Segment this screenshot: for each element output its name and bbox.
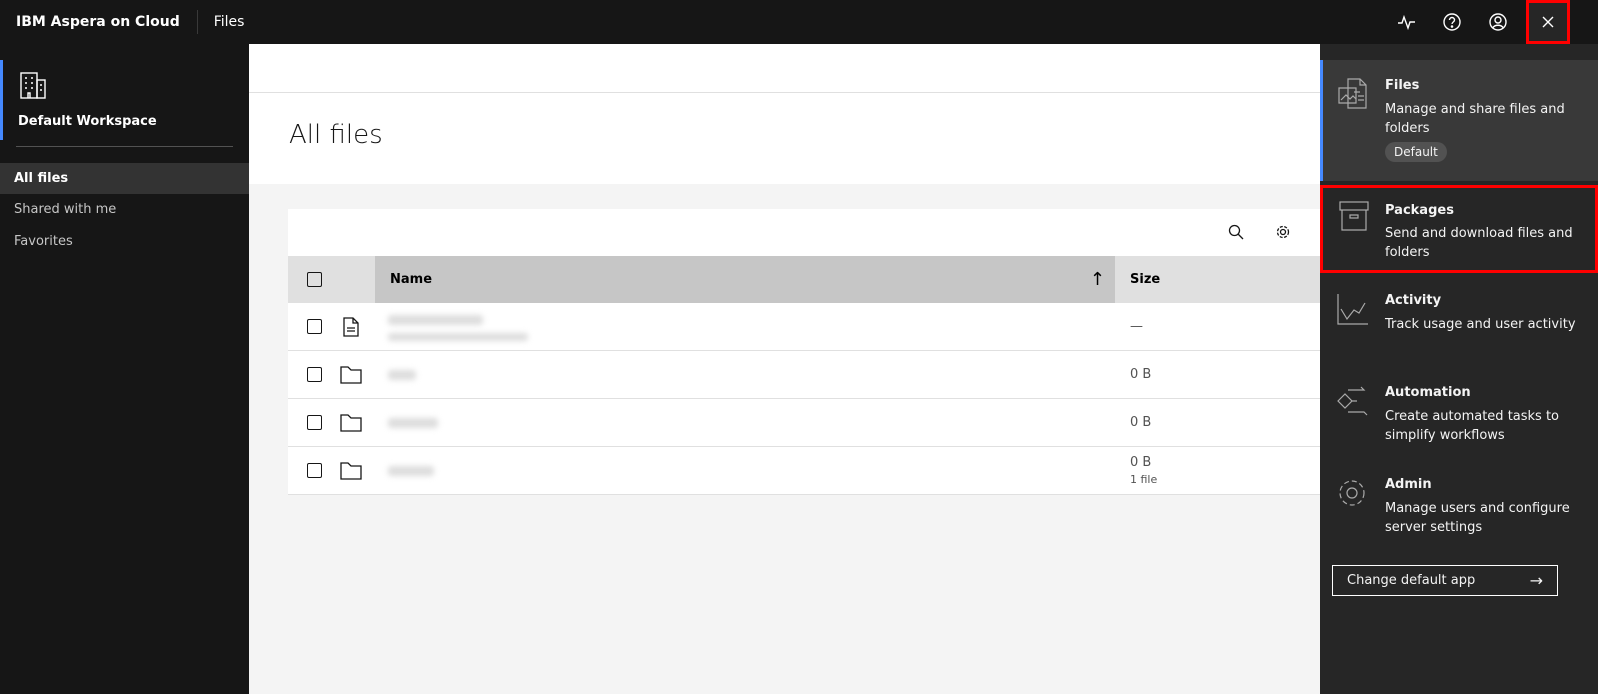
- gear-icon: [1336, 477, 1368, 513]
- row-checkbox[interactable]: [307, 463, 322, 478]
- help-icon[interactable]: [1430, 0, 1474, 44]
- document-icon: [343, 317, 359, 341]
- page-title: All files: [289, 120, 383, 150]
- default-badge: Default: [1385, 142, 1447, 162]
- app-files[interactable]: Files Manage and share files and folders…: [1320, 60, 1598, 181]
- main-content: All files Name ↑ Size — 0 B 0 B 0 B1 file: [249, 44, 1328, 694]
- row-checkbox[interactable]: [307, 367, 322, 382]
- table-row[interactable]: —: [288, 303, 1328, 351]
- top-bar: IBM Aspera on Cloud Files: [0, 0, 1598, 44]
- app-packages[interactable]: Packages Send and download files and fol…: [1320, 185, 1598, 273]
- files-icon: [1338, 76, 1372, 114]
- size-column-header[interactable]: Size: [1130, 272, 1160, 287]
- nav-all-files[interactable]: All files: [0, 163, 249, 194]
- row-checkbox[interactable]: [307, 319, 322, 334]
- activity-icon: [1336, 293, 1368, 329]
- folder-icon: [340, 366, 362, 388]
- app-automation[interactable]: Automation Create automated tasks to sim…: [1320, 385, 1598, 455]
- arrow-right-icon: →: [1529, 571, 1543, 590]
- change-default-app-button[interactable]: Change default app →: [1332, 565, 1558, 596]
- table-row[interactable]: 0 B: [288, 399, 1328, 447]
- settings-icon[interactable]: [1275, 224, 1291, 244]
- files-table: Name ↑ Size — 0 B 0 B 0 B1 file: [288, 209, 1328, 495]
- app-switcher-panel: Files Manage and share files and folders…: [1320, 44, 1598, 694]
- building-icon: [18, 70, 48, 104]
- sort-ascending-icon: ↑: [1089, 269, 1105, 290]
- search-icon[interactable]: [1228, 224, 1244, 244]
- nav-shared-with-me[interactable]: Shared with me: [0, 194, 249, 225]
- folder-icon: [340, 462, 362, 484]
- brand[interactable]: IBM Aspera on Cloud: [0, 10, 198, 34]
- sidebar: Default Workspace All files Shared with …: [0, 44, 249, 694]
- nav-favorites[interactable]: Favorites: [0, 226, 249, 257]
- app-admin[interactable]: Admin Manage users and configure server …: [1320, 477, 1598, 547]
- workspace-name[interactable]: Default Workspace: [18, 114, 157, 129]
- row-checkbox[interactable]: [307, 415, 322, 430]
- app-name: Files: [213, 14, 245, 30]
- package-icon: [1338, 200, 1370, 236]
- user-icon[interactable]: [1476, 0, 1520, 44]
- activity-icon[interactable]: [1385, 0, 1429, 44]
- table-row[interactable]: 0 B: [288, 351, 1328, 399]
- automation-icon: [1336, 385, 1368, 421]
- select-all-checkbox[interactable]: [307, 272, 322, 287]
- workspace-indicator: [0, 60, 3, 140]
- divider: [16, 146, 233, 147]
- table-row[interactable]: 0 B1 file: [288, 447, 1328, 495]
- folder-icon: [340, 414, 362, 436]
- name-column-header[interactable]: Name ↑: [375, 256, 1115, 303]
- close-switcher-button[interactable]: [1526, 0, 1570, 44]
- app-activity[interactable]: Activity Track usage and user activity: [1320, 293, 1598, 363]
